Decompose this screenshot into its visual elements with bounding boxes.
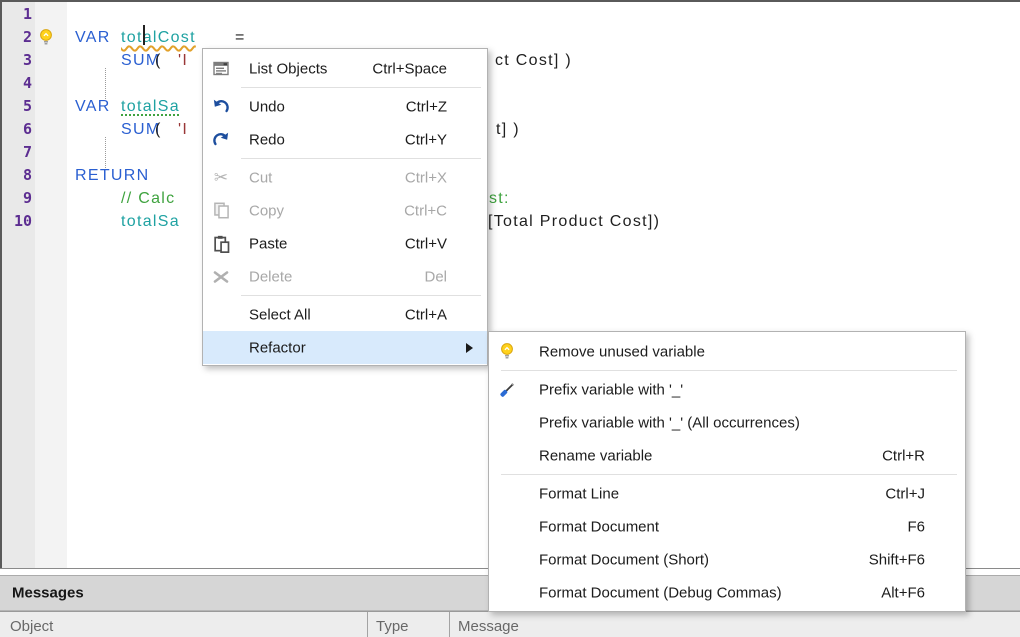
menu-item-label: Cut	[249, 169, 272, 186]
text-caret	[143, 25, 145, 45]
code-variable-totalsales: totalSa	[121, 95, 180, 118]
menu-item-label: Format Document (Short)	[539, 551, 709, 568]
line-number: 3	[3, 49, 32, 72]
submenu-item-format-document-debug-commas[interactable]: Format Document (Debug Commas) Alt+F6	[489, 576, 965, 609]
menu-item-label: Redo	[249, 131, 285, 148]
menu-item-label: Delete	[249, 268, 292, 285]
menu-item-shortcut: Shift+F6	[869, 551, 925, 568]
menu-item-shortcut: Ctrl+V	[405, 235, 447, 252]
submenu-item-format-document-short[interactable]: Format Document (Short) Shift+F6	[489, 543, 965, 576]
editor-icon-margin	[35, 2, 67, 568]
menu-item-label: Select All	[249, 306, 311, 323]
copy-icon	[211, 201, 231, 221]
column-header-message[interactable]: Message	[458, 618, 519, 635]
line-number: 7	[3, 141, 32, 164]
undo-icon	[211, 97, 231, 117]
column-divider[interactable]	[449, 612, 450, 637]
line-number: 10	[3, 210, 32, 233]
quick-action-lightbulb-icon[interactable]	[38, 28, 54, 52]
menu-item-shortcut: Ctrl+A	[405, 306, 447, 323]
menu-item-shortcut: Ctrl+X	[405, 169, 447, 186]
menu-item-shortcut: Ctrl+C	[404, 202, 447, 219]
menu-item-select-all[interactable]: Select All Ctrl+A	[203, 298, 487, 331]
cut-icon: ✂	[211, 168, 231, 188]
code-operator: =	[235, 26, 246, 49]
line-number: 9	[3, 187, 32, 210]
submenu-item-format-document[interactable]: Format Document F6	[489, 510, 965, 543]
redo-icon	[211, 130, 231, 150]
menu-item-shortcut: Del	[424, 268, 447, 285]
menu-item-label: Format Document	[539, 518, 659, 535]
menu-item-label: Prefix variable with '_' (All occurrence…	[539, 414, 800, 431]
menu-item-label: Format Document (Debug Commas)	[539, 584, 782, 601]
code-fragment: ct Cost] )	[495, 49, 572, 72]
menu-item-redo[interactable]: Redo Ctrl+Y	[203, 123, 487, 156]
line-number: 1	[3, 3, 32, 26]
menu-item-label: Refactor	[249, 339, 306, 356]
menu-item-shortcut: Ctrl+Space	[372, 60, 447, 77]
menu-item-label: Remove unused variable	[539, 343, 705, 360]
menu-item-copy[interactable]: Copy Ctrl+C	[203, 194, 487, 227]
menu-item-label: Paste	[249, 235, 287, 252]
line-number: 6	[3, 118, 32, 141]
menu-item-label: List Objects	[249, 60, 327, 77]
delete-x-icon	[211, 267, 231, 287]
menu-item-label: Undo	[249, 98, 285, 115]
submenu-item-rename-variable[interactable]: Rename variable Ctrl+R	[489, 439, 965, 472]
column-header-object[interactable]: Object	[10, 618, 53, 635]
messages-panel-title: Messages	[12, 585, 84, 602]
line-number: 8	[3, 164, 32, 187]
lightbulb-icon	[497, 342, 517, 362]
code-keyword: VAR	[75, 95, 111, 118]
menu-item-label: Format Line	[539, 485, 619, 502]
menu-item-label: Copy	[249, 202, 284, 219]
menu-item-list-objects[interactable]: List Objects Ctrl+Space	[203, 52, 487, 85]
menu-item-delete[interactable]: Delete Del	[203, 260, 487, 293]
menu-item-shortcut: Ctrl+R	[882, 447, 925, 464]
paste-icon	[211, 234, 231, 254]
code-paren: (	[155, 118, 162, 141]
code-keyword-return: RETURN	[75, 164, 149, 187]
menu-item-shortcut: Ctrl+J	[885, 485, 925, 502]
menu-item-shortcut: Ctrl+Z	[406, 98, 447, 115]
window-top-border	[0, 0, 1020, 2]
submenu-item-format-line[interactable]: Format Line Ctrl+J	[489, 477, 965, 510]
menu-item-undo[interactable]: Undo Ctrl+Z	[203, 90, 487, 123]
menu-item-shortcut: Alt+F6	[881, 584, 925, 601]
line-number: 4	[3, 72, 32, 95]
submenu-item-remove-unused-variable[interactable]: Remove unused variable	[489, 335, 965, 368]
line-number: 2	[3, 26, 32, 49]
refactor-submenu: Remove unused variable Prefix variable w…	[488, 331, 966, 612]
code-variable-totalcost: totalCost	[121, 26, 196, 49]
column-divider[interactable]	[367, 612, 368, 637]
menu-item-shortcut: Ctrl+Y	[405, 131, 447, 148]
submenu-arrow-icon	[466, 343, 473, 353]
submenu-item-prefix-variable[interactable]: Prefix variable with '_'	[489, 373, 965, 406]
menu-item-refactor[interactable]: Refactor	[203, 331, 487, 364]
menu-item-shortcut: F6	[907, 518, 925, 535]
menu-item-paste[interactable]: Paste Ctrl+V	[203, 227, 487, 260]
line-number: 5	[3, 95, 32, 118]
code-paren: (	[155, 49, 162, 72]
menu-item-label: Rename variable	[539, 447, 652, 464]
code-comment: // Calc	[121, 187, 175, 210]
code-keyword: VAR	[75, 26, 111, 49]
list-objects-icon	[211, 59, 231, 79]
code-fragment: [Total Product Cost])	[488, 210, 660, 233]
menu-item-cut[interactable]: ✂ Cut Ctrl+X	[203, 161, 487, 194]
code-string: 'I	[178, 49, 188, 72]
code-string: 'I	[178, 118, 188, 141]
code-comment-fragment: st:	[489, 187, 510, 210]
column-header-type[interactable]: Type	[376, 618, 409, 635]
editor-context-menu: List Objects Ctrl+Space Undo Ctrl+Z Redo…	[202, 48, 488, 366]
screwdriver-icon	[497, 380, 517, 400]
code-fragment: t] )	[496, 118, 520, 141]
menu-item-label: Prefix variable with '_'	[539, 381, 683, 398]
code-variable: totalSa	[121, 210, 180, 233]
submenu-item-prefix-variable-all[interactable]: Prefix variable with '_' (All occurrence…	[489, 406, 965, 439]
